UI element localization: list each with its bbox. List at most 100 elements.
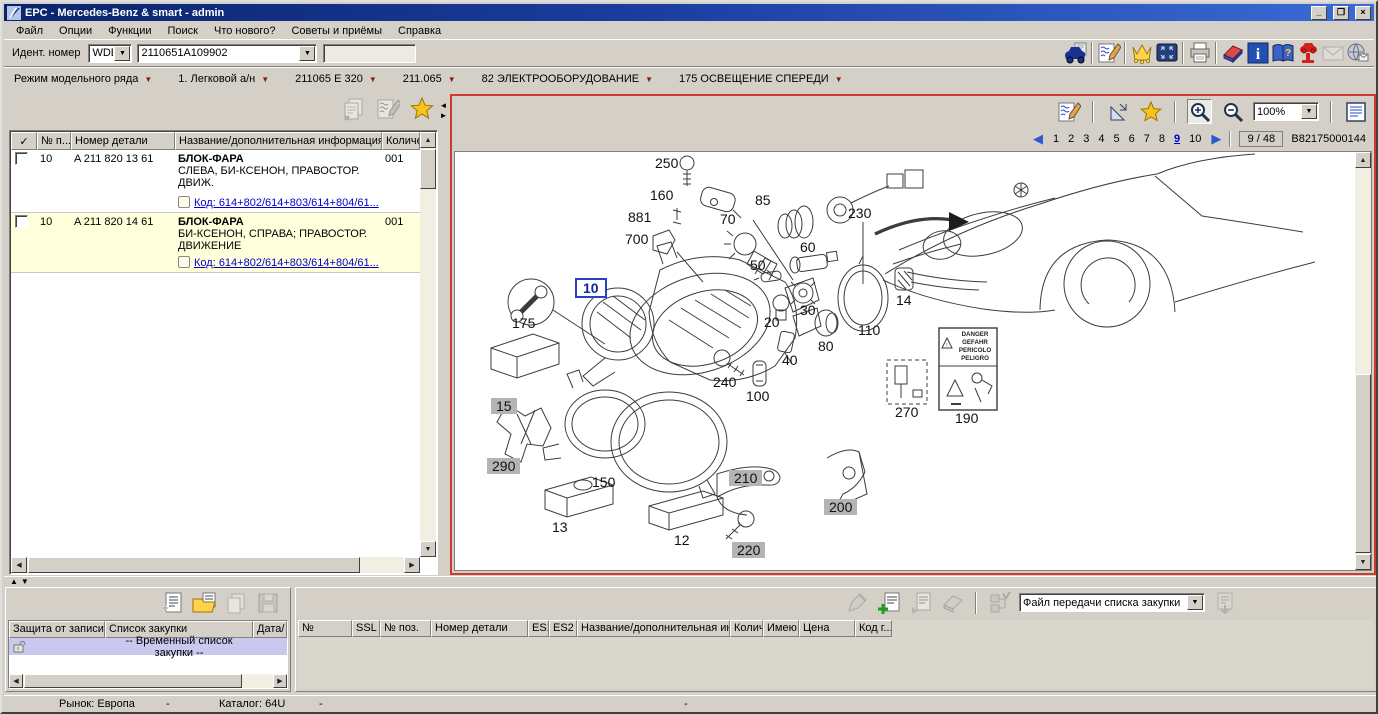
page-number[interactable]: 8 xyxy=(1159,133,1165,145)
transfer-file-combo[interactable]: Файл передачи списка закупки ▼ xyxy=(1019,593,1205,612)
fullscreen-icon[interactable] xyxy=(1154,41,1179,66)
part-callout[interactable]: 85 xyxy=(755,192,771,208)
row-checkbox[interactable] xyxy=(15,215,28,228)
extra-ident-field[interactable] xyxy=(323,44,416,63)
delete-entry-icon[interactable] xyxy=(940,590,965,615)
part-callout[interactable]: 13 xyxy=(552,519,568,535)
row-checkbox[interactable] xyxy=(15,152,28,165)
part-callout[interactable]: 230 xyxy=(848,205,871,221)
part-callout[interactable]: 881 xyxy=(628,209,651,225)
favorites-star-icon[interactable] xyxy=(409,96,434,121)
prev-page-icon[interactable]: ◀ xyxy=(1033,132,1043,145)
part-callout[interactable]: 50 xyxy=(750,257,766,273)
code-link[interactable]: Код: 614+802/614+803/614+804/61... xyxy=(194,197,379,209)
minimize-button[interactable]: _ xyxy=(1311,6,1327,20)
list-item[interactable]: -- Временный список закупки -- xyxy=(9,638,287,655)
new-list-icon[interactable] xyxy=(159,590,184,615)
vertical-splitter[interactable]: ◄ ► xyxy=(438,94,449,575)
part-callout[interactable]: 210 xyxy=(729,470,762,486)
chevron-down-icon[interactable]: ▼ xyxy=(1301,104,1317,119)
chevron-down-icon[interactable]: ▼ xyxy=(448,75,456,84)
page-number[interactable]: 3 xyxy=(1083,133,1089,145)
breadcrumb[interactable]: 211.065▼ xyxy=(403,73,456,85)
menu-item[interactable]: Что нового? xyxy=(206,23,283,39)
page-number[interactable]: 4 xyxy=(1098,133,1104,145)
collapse-up-icon[interactable]: ▲ xyxy=(10,578,18,586)
save-list-icon[interactable] xyxy=(255,590,280,615)
help-book-icon[interactable]: ? xyxy=(1270,41,1295,66)
add-to-list-icon[interactable] xyxy=(876,590,901,615)
edit-entry-icon[interactable] xyxy=(844,590,869,615)
chevron-down-icon[interactable]: ▼ xyxy=(114,46,130,61)
breadcrumb[interactable]: 82 ЭЛЕКТРООБОРУДОВАНИЕ▼ xyxy=(482,73,653,85)
menu-item[interactable]: Файл xyxy=(8,23,51,39)
part-callout[interactable]: 150 xyxy=(592,474,615,490)
breadcrumb[interactable]: 1. Легковой а/н▼ xyxy=(178,73,269,85)
chevron-down-icon[interactable]: ▼ xyxy=(369,75,377,84)
part-callout[interactable]: 110 xyxy=(858,322,880,338)
chevron-down-icon[interactable]: ▼ xyxy=(261,75,269,84)
menu-item[interactable]: Справка xyxy=(390,23,449,39)
send-receive-icon[interactable] xyxy=(1345,41,1370,66)
part-callout[interactable]: 240 xyxy=(713,374,736,390)
expand-down-icon[interactable]: ▼ xyxy=(21,578,29,586)
parts-basket-icon[interactable] xyxy=(1129,41,1154,66)
wmi-combo[interactable]: WDB ▼ xyxy=(88,44,132,63)
notes-edit-icon[interactable] xyxy=(1056,99,1081,124)
part-callout[interactable]: 250 xyxy=(655,155,678,171)
scroll-thumb[interactable] xyxy=(1355,374,1371,553)
part-callout[interactable]: 70 xyxy=(720,211,736,227)
scroll-thumb[interactable] xyxy=(24,674,242,688)
chevron-down-icon[interactable]: ▼ xyxy=(835,75,843,84)
part-callout[interactable]: 160 xyxy=(650,187,673,203)
page-number[interactable]: 1 xyxy=(1053,133,1059,145)
part-callout[interactable]: 220 xyxy=(732,542,765,558)
vehicle-data-icon[interactable] xyxy=(1063,41,1088,66)
part-callout[interactable]: 12 xyxy=(674,532,690,548)
maximize-button[interactable]: ❐ xyxy=(1333,6,1349,20)
vin-combo[interactable]: 2110651A109902 ▼ xyxy=(137,44,317,63)
page-number[interactable]: 10 xyxy=(1189,133,1201,145)
part-callout[interactable]: 200 xyxy=(824,499,857,515)
diagram-area[interactable]: ! DANGER GEFAHR PERICOLO PELIGRO xyxy=(455,152,1355,570)
scroll-thumb[interactable] xyxy=(28,557,360,573)
menu-item[interactable]: Функции xyxy=(100,23,159,39)
scroll-down-icon[interactable]: ▼ xyxy=(420,541,436,557)
part-callout[interactable]: 175 xyxy=(512,315,535,331)
scroll-up-icon[interactable]: ▲ xyxy=(1355,152,1371,168)
scroll-right-icon[interactable]: ▶ xyxy=(273,674,287,688)
collapse-left-icon[interactable]: ◄ xyxy=(440,102,448,110)
chevron-down-icon[interactable]: ▼ xyxy=(299,46,315,61)
menu-item[interactable]: Поиск xyxy=(160,23,206,39)
print-icon[interactable] xyxy=(1187,41,1212,66)
shopping-lists-horizontal-scrollbar[interactable]: ◀ ▶ xyxy=(9,674,287,688)
horizontal-splitter[interactable]: ▲ ▼ xyxy=(4,576,1378,587)
notes-edit-icon[interactable] xyxy=(375,96,400,121)
breadcrumb[interactable]: Режим модельного ряда▼ xyxy=(14,73,152,85)
page-number[interactable]: 5 xyxy=(1113,133,1119,145)
scroll-left-icon[interactable]: ◀ xyxy=(11,557,27,573)
chevron-down-icon[interactable]: ▼ xyxy=(144,75,152,84)
code-link[interactable]: Код: 614+802/614+803/614+804/61... xyxy=(194,257,379,269)
close-button[interactable]: × xyxy=(1355,6,1371,20)
mail-icon[interactable] xyxy=(1320,41,1345,66)
breadcrumb[interactable]: 211065 E 320▼ xyxy=(295,73,377,85)
workshop-icon[interactable] xyxy=(1295,41,1320,66)
page-number[interactable]: 2 xyxy=(1068,133,1074,145)
notes-edit-icon[interactable] xyxy=(1096,41,1121,66)
part-callout[interactable]: 60 xyxy=(800,239,816,255)
info-icon[interactable]: i xyxy=(1245,41,1270,66)
scroll-left-icon[interactable]: ◀ xyxy=(9,674,23,688)
eraser-icon[interactable] xyxy=(1220,41,1245,66)
pan-zoom-icon[interactable] xyxy=(1105,99,1130,124)
part-callout[interactable]: 15 xyxy=(491,398,517,414)
scroll-up-icon[interactable]: ▲ xyxy=(420,132,436,148)
part-callout[interactable]: 80 xyxy=(818,338,834,354)
part-callout[interactable]: 100 xyxy=(746,388,769,404)
part-callout[interactable]: 20 xyxy=(764,314,780,330)
part-callout[interactable]: 30 xyxy=(800,302,816,318)
chevron-down-icon[interactable]: ▼ xyxy=(1187,595,1203,610)
purchase-table-body[interactable] xyxy=(298,637,1374,689)
export-list-icon[interactable] xyxy=(1212,590,1237,615)
zoom-out-icon[interactable] xyxy=(1220,99,1245,124)
